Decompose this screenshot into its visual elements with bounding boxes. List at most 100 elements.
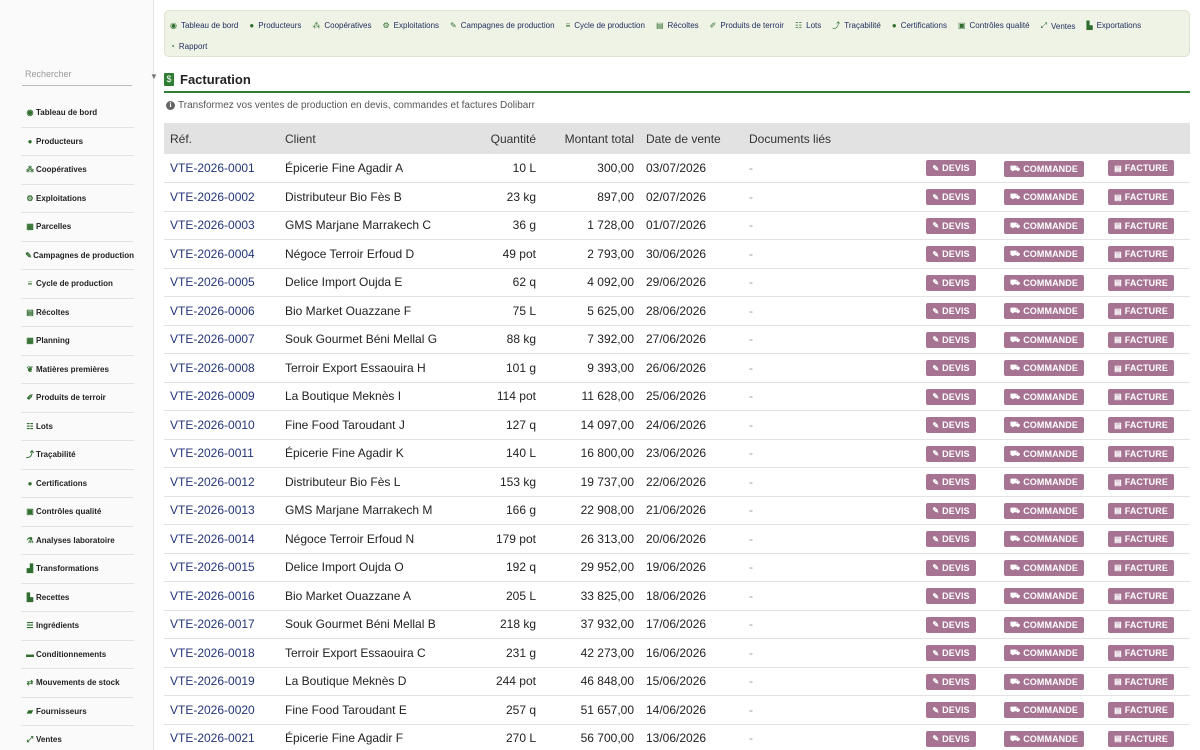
ref-link[interactable]: VTE-2026-0011 (164, 439, 279, 468)
ref-link[interactable]: VTE-2026-0013 (164, 496, 279, 525)
commande-button[interactable]: ⛟ COMMANDE (1004, 246, 1084, 263)
facture-button[interactable]: ▤ FACTURE (1108, 616, 1174, 633)
commande-button[interactable]: ⛟ COMMANDE (1004, 388, 1084, 405)
ref-link[interactable]: VTE-2026-0015 (164, 553, 279, 582)
devis-button[interactable]: ✎ DEVIS (926, 702, 976, 718)
devis-button[interactable]: ✎ DEVIS (926, 217, 976, 234)
devis-button[interactable]: ✎ DEVIS (926, 360, 976, 376)
sidebar-item-planning[interactable]: ▦ Planning (21, 327, 134, 356)
facture-button[interactable]: ▤ FACTURE (1108, 559, 1174, 576)
top-menu-tableau-de-bord[interactable]: ◉ Tableau de bord (170, 16, 238, 36)
sidebar-item-recettes[interactable]: ▙ Recettes (21, 584, 134, 612)
devis-button[interactable]: ✎ DEVIS (926, 474, 976, 490)
sidebar-item-tracabilite[interactable]: ⤴ Traçabilité (21, 441, 134, 470)
devis-button[interactable]: ✎ DEVIS (926, 673, 976, 690)
devis-button[interactable]: ✎ DEVIS (926, 559, 976, 576)
facture-button[interactable]: ▤ FACTURE (1108, 445, 1174, 462)
col-header-client[interactable]: Client (279, 123, 464, 154)
top-menu-producteurs[interactable]: ● Producteurs (249, 16, 301, 36)
sidebar-item-campagnes-de-production[interactable]: ✎ Campagnes de production (21, 242, 134, 270)
ref-link[interactable]: VTE-2026-0005 (164, 268, 279, 297)
col-header-amount[interactable]: Montant total (542, 123, 640, 154)
facture-button[interactable]: ▤ FACTURE (1108, 645, 1174, 661)
ref-link[interactable]: VTE-2026-0001 (164, 154, 279, 183)
sidebar-item-mouvements-de-stock[interactable]: ⇄ Mouvements de stock (21, 669, 134, 698)
sidebar-item-fournisseurs[interactable]: ▰ Fournisseurs (21, 698, 134, 726)
col-header-quantity[interactable]: Quantité (464, 123, 542, 154)
commande-button[interactable]: ⛟ COMMANDE (1004, 673, 1084, 690)
devis-button[interactable]: ✎ DEVIS (926, 616, 976, 633)
facture-button[interactable]: ▤ FACTURE (1108, 360, 1174, 376)
facture-button[interactable]: ▤ FACTURE (1108, 474, 1174, 490)
ref-link[interactable]: VTE-2026-0021 (164, 724, 279, 750)
commande-button[interactable]: ⛟ COMMANDE (1004, 502, 1084, 519)
ref-link[interactable]: VTE-2026-0008 (164, 353, 279, 383)
commande-button[interactable]: ⛟ COMMANDE (1004, 645, 1084, 662)
ref-link[interactable]: VTE-2026-0002 (164, 182, 279, 212)
facture-button[interactable]: ▤ FACTURE (1108, 246, 1174, 262)
ref-link[interactable]: VTE-2026-0003 (164, 211, 279, 240)
commande-button[interactable]: ⛟ COMMANDE (1004, 588, 1084, 605)
sidebar-item-certifications[interactable]: ● Certifications (21, 470, 134, 498)
ref-link[interactable]: VTE-2026-0019 (164, 667, 279, 696)
sidebar-item-parcelles[interactable]: ▦ Parcelles (21, 213, 134, 242)
sidebar-item-cycle-de-production[interactable]: ≡ Cycle de production (21, 270, 134, 299)
commande-button[interactable]: ⛟ COMMANDE (1004, 531, 1084, 548)
ref-link[interactable]: VTE-2026-0009 (164, 382, 279, 411)
devis-button[interactable]: ✎ DEVIS (926, 531, 976, 547)
chevron-down-icon[interactable]: ▼ (150, 72, 158, 81)
commande-button[interactable]: ⛟ COMMANDE (1004, 160, 1084, 177)
facture-button[interactable]: ▤ FACTURE (1108, 673, 1174, 690)
top-menu-ventes[interactable]: ⤢ Ventes (1041, 16, 1076, 36)
ref-link[interactable]: VTE-2026-0007 (164, 325, 279, 354)
facture-button[interactable]: ▤ FACTURE (1108, 417, 1174, 433)
devis-button[interactable]: ✎ DEVIS (926, 445, 976, 462)
sidebar-item-producteurs[interactable]: ● Producteurs (21, 128, 134, 156)
facture-button[interactable]: ▤ FACTURE (1108, 388, 1174, 405)
facture-button[interactable]: ▤ FACTURE (1108, 160, 1174, 177)
facture-button[interactable]: ▤ FACTURE (1108, 331, 1174, 348)
sidebar-item-produits-de-terroir[interactable]: ✐ Produits de terroir (21, 384, 134, 413)
devis-button[interactable]: ✎ DEVIS (926, 274, 976, 291)
devis-button[interactable]: ✎ DEVIS (926, 160, 976, 177)
commande-button[interactable]: ⛟ COMMANDE (1004, 474, 1084, 491)
top-menu-produits-de-terroir[interactable]: ✐ Produits de terroir (710, 16, 784, 36)
top-menu-recoltes[interactable]: ▤ Récoltes (656, 16, 699, 36)
ref-link[interactable]: VTE-2026-0004 (164, 239, 279, 269)
commande-button[interactable]: ⛟ COMMANDE (1004, 730, 1084, 747)
sidebar-item-exploitations[interactable]: ⚙ Exploitations (21, 185, 134, 213)
sidebar-item-transformations[interactable]: ▟ Transformations (21, 555, 134, 584)
facture-button[interactable]: ▤ FACTURE (1108, 217, 1174, 234)
top-menu-cooperatives[interactable]: ⁂ Coopératives (312, 16, 371, 36)
devis-button[interactable]: ✎ DEVIS (926, 588, 976, 604)
top-menu-lots[interactable]: ☷ Lots (795, 16, 821, 36)
devis-button[interactable]: ✎ DEVIS (926, 303, 976, 319)
ref-link[interactable]: VTE-2026-0017 (164, 610, 279, 639)
commande-button[interactable]: ⛟ COMMANDE (1004, 217, 1084, 234)
facture-button[interactable]: ▤ FACTURE (1108, 531, 1174, 547)
col-header-ref[interactable]: Réf. (164, 123, 279, 154)
devis-button[interactable]: ✎ DEVIS (926, 189, 976, 205)
devis-button[interactable]: ✎ DEVIS (926, 246, 976, 262)
ref-link[interactable]: VTE-2026-0016 (164, 581, 279, 611)
facture-button[interactable]: ▤ FACTURE (1108, 588, 1174, 604)
ref-link[interactable]: VTE-2026-0006 (164, 296, 279, 326)
devis-button[interactable]: ✎ DEVIS (926, 388, 976, 405)
commande-button[interactable]: ⛟ COMMANDE (1004, 274, 1084, 291)
sidebar-item-matieres-premieres[interactable]: ❦ Matières premières (21, 356, 134, 384)
top-menu-campagnes-de-production[interactable]: ✎ Campagnes de production (450, 16, 555, 36)
facture-button[interactable]: ▤ FACTURE (1108, 303, 1174, 319)
commande-button[interactable]: ⛟ COMMANDE (1004, 702, 1084, 719)
sidebar-item-analyses-laboratoire[interactable]: ⚗ Analyses laboratoire (21, 527, 134, 555)
ref-link[interactable]: VTE-2026-0020 (164, 695, 279, 725)
commande-button[interactable]: ⛟ COMMANDE (1004, 331, 1084, 348)
commande-button[interactable]: ⛟ COMMANDE (1004, 189, 1084, 206)
top-menu-rapport[interactable]: ◔ Rapport (170, 37, 207, 57)
sidebar-item-recoltes[interactable]: ▤ Récoltes (21, 299, 134, 327)
sidebar-item-tableau-de-bord[interactable]: ◉ Tableau de bord (21, 99, 134, 128)
sidebar-item-controles-qualite[interactable]: ▣ Contrôles qualité (21, 498, 134, 527)
commande-button[interactable]: ⛟ COMMANDE (1004, 360, 1084, 377)
col-header-date[interactable]: Date de vente (640, 123, 743, 154)
ref-link[interactable]: VTE-2026-0012 (164, 467, 279, 497)
top-menu-controles-qualite[interactable]: ▣ Contrôles qualité (958, 16, 1030, 36)
